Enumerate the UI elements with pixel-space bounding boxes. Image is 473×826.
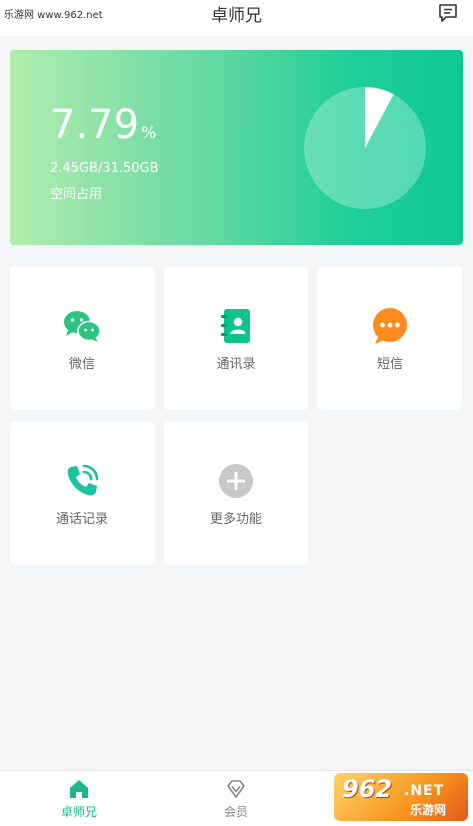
top-bar: 乐游网 www.962.net 卓师兄 [0,0,473,36]
tile-wechat[interactable]: 微信 [10,266,154,410]
message-icon[interactable] [437,2,459,24]
storage-card[interactable]: 7.79% 2.45GB/31.50GB 空间占用 [10,50,463,245]
watermark-badge-number: 962 [342,775,393,803]
storage-percent-unit: % [141,123,157,142]
tile-call-log[interactable]: 通话记录 [10,421,154,565]
watermark-badge-site: 乐游网 [410,803,447,817]
tile-label: 短信 [376,357,403,372]
storage-pie-chart [304,87,426,209]
tile-label: 微信 [68,357,95,372]
plus-icon [219,464,253,498]
phone-icon [67,464,99,496]
nav-item-home[interactable]: 卓师兄 [19,771,139,826]
watermark-badge: 962 .NET 乐游网 [334,773,468,821]
watermark-badge-domain: .NET [404,783,445,799]
nav-label-home: 卓师兄 [60,805,97,819]
sms-icon [373,308,407,344]
wechat-icon [64,311,101,342]
tile-label: 通话记录 [55,512,108,527]
storage-usage-text: 2.45GB/31.50GB [50,161,159,176]
diamond-icon [227,780,245,798]
storage-usage-label: 空间占用 [50,187,103,202]
contacts-icon [221,309,250,343]
nav-item-membership[interactable]: 会员 [176,771,296,826]
tile-contacts[interactable]: 通讯录 [164,266,308,410]
tile-label: 通讯录 [216,357,256,372]
tile-more-features[interactable]: 更多功能 [164,421,308,565]
nav-label-membership: 会员 [223,805,248,819]
tile-label: 更多功能 [209,512,262,527]
storage-percent: 7.79% [50,102,156,148]
home-icon [70,780,88,798]
storage-percent-value: 7.79 [50,102,140,148]
page-title: 卓师兄 [211,6,262,26]
tile-sms[interactable]: 短信 [318,266,462,410]
